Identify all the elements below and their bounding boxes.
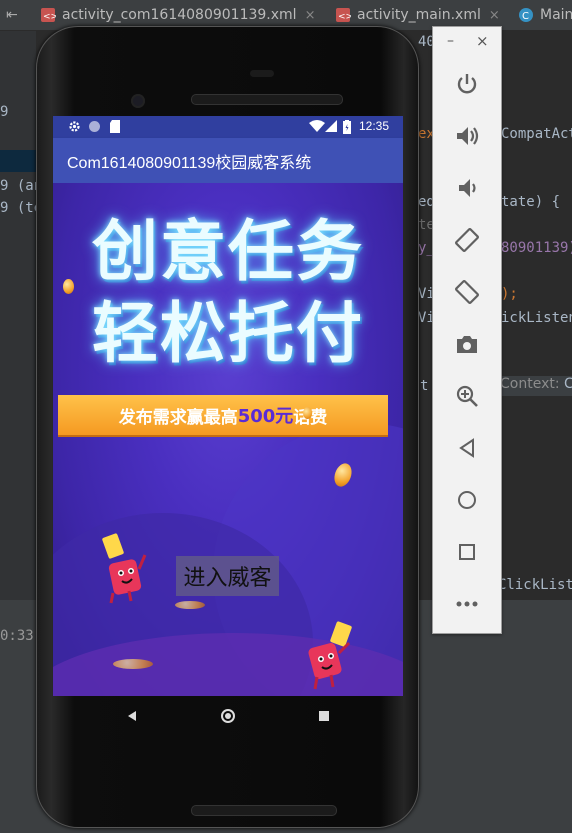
banner-content: 创意任务 轻松托付 发布需求赢最高500元话费 (53, 183, 403, 696)
tab-main[interactable]: C Main (518, 0, 572, 30)
svg-text:<>: <> (43, 12, 56, 22)
code-fragment: ClickListen (498, 577, 572, 593)
nav-back-icon[interactable] (126, 710, 138, 722)
close-icon[interactable]: × (476, 32, 489, 50)
coin-decoration (175, 601, 205, 609)
red-envelope-mascot (308, 621, 352, 690)
status-bar: 12:35 (53, 116, 403, 138)
overview-button[interactable] (450, 535, 484, 569)
proximity-sensor (250, 70, 274, 77)
tab-label: activity_com1614080901139.xml (62, 7, 297, 23)
coin-decoration (303, 407, 312, 419)
home-icon (458, 491, 476, 509)
power-button[interactable] (450, 67, 484, 101)
back-icon (459, 438, 474, 458)
more-button[interactable] (450, 587, 484, 621)
volume-down-button[interactable] (450, 171, 484, 205)
app-title-bar: Com1614080901139校园威客系统 (53, 138, 403, 183)
earpiece-speaker (191, 94, 343, 105)
volume-up-button[interactable] (450, 119, 484, 153)
collapse-icon[interactable]: ⇤ (6, 7, 18, 23)
hint-value: C (564, 376, 572, 392)
class-file-icon: C (518, 7, 534, 23)
banner-headline-2: 轻松托付 (92, 295, 364, 372)
promo-amount: 500元 (237, 406, 294, 427)
rotate-right-icon (455, 280, 479, 304)
circle-status-icon (89, 121, 100, 132)
code-fragment: t (420, 378, 429, 394)
more-icon (456, 601, 478, 607)
svg-text:C: C (522, 11, 529, 22)
android-nav-bar (53, 696, 403, 738)
volume-down-icon (459, 179, 476, 197)
back-button[interactable] (450, 431, 484, 465)
screenshot-button[interactable] (450, 327, 484, 361)
home-button[interactable] (450, 483, 484, 517)
banner-headline-1: 创意任务 (92, 213, 364, 290)
project-selection (0, 150, 36, 172)
zoom-icon (456, 385, 478, 407)
promo-ribbon: 发布需求赢最高500元话费 (58, 395, 388, 435)
settings-icon (69, 121, 80, 132)
status-clock: 12:35 (358, 119, 389, 133)
battery-icon (343, 120, 351, 134)
promo-prefix: 发布需求赢最高 (118, 407, 238, 428)
overview-icon (459, 544, 475, 560)
rotate-left-button[interactable] (450, 223, 484, 257)
rotate-left-icon (455, 228, 479, 252)
camera-icon (457, 336, 477, 353)
log-timestamp: 0:33 (0, 628, 34, 644)
nav-home-icon[interactable] (220, 708, 236, 724)
code-fragment: ickListene (501, 310, 572, 326)
coin-decoration (63, 279, 74, 294)
code-fragment: tate) { (501, 194, 561, 210)
code-fragment: ); (501, 286, 518, 302)
minimize-icon[interactable]: – (447, 33, 454, 49)
close-icon[interactable]: × (305, 8, 316, 23)
phone-screen: 12:35 Com1614080901139校园威客系统 创意任务 轻松托付 发… (53, 116, 403, 696)
bottom-speaker (191, 805, 337, 816)
code-fragment: CompatAct (501, 126, 572, 142)
power-icon (457, 74, 477, 94)
tab-label: Main (540, 7, 572, 23)
project-fragment: 9 (0, 104, 9, 120)
coin-decoration (113, 659, 153, 669)
tab-label: activity_main.xml (357, 7, 481, 23)
xml-file-icon: <> (40, 7, 58, 23)
emulator-toolbar: – × (432, 26, 502, 634)
parameter-hint: Context: C (498, 376, 572, 396)
enter-weike-button[interactable]: 进入威客 (176, 556, 279, 596)
rotate-right-button[interactable] (450, 275, 484, 309)
signal-icon (325, 120, 337, 132)
wifi-icon (309, 120, 325, 132)
front-camera (131, 94, 145, 108)
zoom-button[interactable] (450, 379, 484, 413)
code-fragment: 80901139); (501, 240, 572, 256)
close-icon[interactable]: × (489, 8, 500, 23)
xml-file-icon: <> (335, 7, 353, 23)
hint-label: Context: (500, 376, 560, 392)
app-title: Com1614080901139校园威客系统 (67, 154, 312, 172)
red-envelope-mascot (102, 533, 147, 604)
emulator-window-controls: – × (433, 31, 501, 51)
sd-card-icon (110, 120, 120, 133)
svg-text:<>: <> (338, 12, 351, 22)
nav-overview-icon[interactable] (318, 710, 330, 722)
volume-up-icon (457, 127, 479, 145)
